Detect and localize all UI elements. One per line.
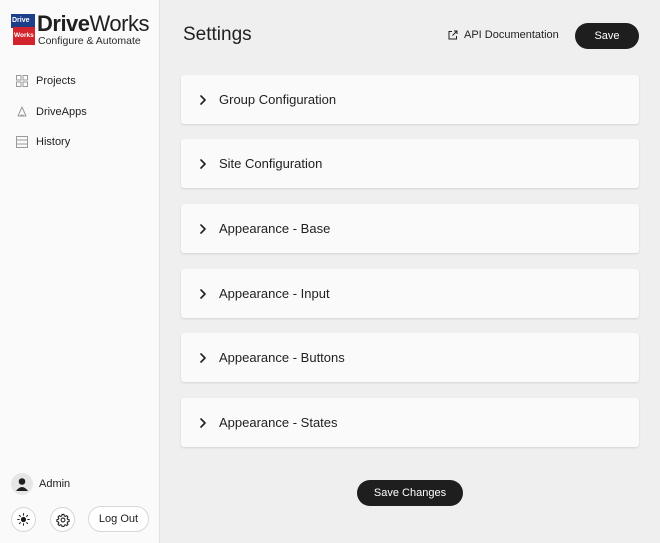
section-label: Site Configuration — [219, 156, 323, 171]
sidebar-item-label: Projects — [36, 75, 76, 87]
save-changes-button[interactable]: Save Changes — [357, 480, 463, 506]
driveworks-logo[interactable]: Drive Works DriveWorks Configure & Autom… — [11, 11, 151, 48]
chevron-right-icon — [198, 223, 208, 234]
section-label: Appearance - Input — [219, 286, 330, 301]
sidebar: Drive Works DriveWorks Configure & Autom… — [0, 0, 160, 543]
sidebar-item-driveapps[interactable]: DriveApps — [15, 102, 87, 122]
theme-toggle-button[interactable] — [11, 507, 36, 532]
log-out-button[interactable]: Log Out — [88, 506, 149, 532]
user-avatar-icon — [11, 473, 33, 495]
gear-icon — [55, 513, 70, 527]
sidebar-item-history[interactable]: History — [15, 132, 70, 152]
section-appearance-base[interactable]: Appearance - Base — [181, 204, 639, 253]
chevron-right-icon — [198, 288, 208, 299]
section-site-configuration[interactable]: Site Configuration — [181, 139, 639, 188]
chevron-right-icon — [198, 158, 208, 169]
user-profile[interactable]: Admin — [11, 473, 70, 495]
save-button[interactable]: Save — [575, 23, 639, 49]
api-documentation-label: API Documentation — [464, 29, 559, 41]
drive-apps-icon — [15, 106, 28, 119]
api-documentation-link[interactable]: API Documentation — [448, 27, 559, 43]
history-icon — [15, 136, 28, 149]
user-name: Admin — [39, 478, 71, 490]
section-label: Appearance - Base — [219, 221, 331, 236]
section-group-configuration[interactable]: Group Configuration — [181, 75, 639, 124]
chevron-right-icon — [198, 94, 208, 105]
section-label: Appearance - Buttons — [219, 350, 345, 365]
sidebar-item-label: DriveApps — [36, 106, 87, 118]
sun-icon — [17, 513, 30, 526]
section-label: Group Configuration — [219, 92, 337, 107]
sidebar-item-label: History — [36, 136, 71, 148]
section-label: Appearance - States — [219, 415, 338, 430]
section-appearance-input[interactable]: Appearance - Input — [181, 269, 639, 318]
external-link-icon — [448, 30, 458, 40]
logo-mark: Drive Works — [11, 14, 35, 45]
grid-icon — [15, 75, 28, 88]
section-appearance-buttons[interactable]: Appearance - Buttons — [181, 333, 639, 382]
settings-button[interactable] — [50, 507, 75, 532]
logo-wordmark: DriveWorks — [37, 11, 149, 36]
section-appearance-states[interactable]: Appearance - States — [181, 398, 639, 447]
chevron-right-icon — [198, 352, 208, 363]
page-title: Settings — [183, 24, 252, 45]
sidebar-item-projects[interactable]: Projects — [15, 71, 76, 91]
logo-tagline: Configure & Automate — [38, 35, 141, 47]
chevron-right-icon — [198, 417, 208, 428]
